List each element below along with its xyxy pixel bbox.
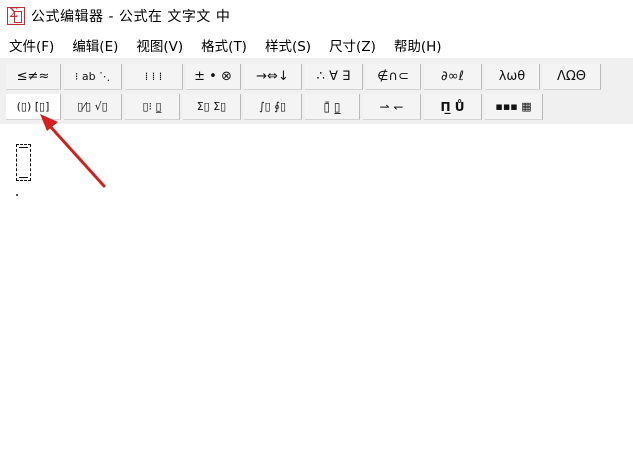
summation-templates-button[interactable]: Σ▯ Σ▯ bbox=[183, 94, 241, 120]
spaces-ellipses-palette-button[interactable]: ⁝ ab ⋱ bbox=[64, 64, 122, 90]
menu-help[interactable]: 帮助(H) bbox=[385, 35, 451, 55]
embellishments-palette-button[interactable]: ⁞ ⁞ ⁞ bbox=[125, 64, 183, 90]
matrix-template-icon: ▪▪▪ ▦ bbox=[495, 100, 532, 113]
product-union-template-icon: Π̲ Ů bbox=[440, 99, 465, 114]
lambda-omega-theta-icon: λωθ bbox=[498, 69, 526, 84]
insertion-caret bbox=[16, 194, 18, 196]
title-bar: Σ 公式编辑器 - 公式在 文字文 中 bbox=[0, 0, 633, 32]
lambda-omega-theta-upper-icon: ΛΩΘ bbox=[556, 69, 587, 84]
relations-palette-button[interactable]: ≤≠≈ bbox=[6, 64, 61, 90]
menu-file[interactable]: 文件(F) bbox=[0, 35, 63, 55]
products-set-templates-button[interactable]: Π̲ Ů bbox=[424, 94, 482, 120]
fence-templates-button[interactable]: (▯) [▯] bbox=[6, 94, 61, 120]
sub-superscript-template-icon: ▯⁝ ▯̲ bbox=[142, 100, 162, 113]
symbol-palette-row: ≤≠≈ ⁝ ab ⋱ ⁞ ⁞ ⁞ ± • ⊗ →⇔↓ ∴ ∀ ∃ ∉∩⊂ ∂∞ℓ… bbox=[0, 62, 633, 92]
partial-infinity-ell-icon: ∂∞ℓ bbox=[441, 69, 464, 84]
equation-editing-area[interactable] bbox=[0, 124, 633, 465]
labeled-arrow-template-icon: ⇀ ↽ bbox=[379, 99, 404, 114]
equation-editor-app-icon: Σ bbox=[7, 6, 25, 25]
menu-edit[interactable]: 编辑(E) bbox=[63, 35, 127, 55]
overbar-underbar-template-icon: ▯̄ ▯̲ bbox=[323, 99, 341, 114]
menu-format[interactable]: 格式(T) bbox=[192, 35, 256, 55]
menu-bar: 文件(F) 编辑(E) 视图(V) 格式(T) 样式(S) 尺寸(Z) 帮助(H… bbox=[0, 32, 633, 58]
summation-template-icon: Σ▯ Σ▯ bbox=[196, 100, 227, 113]
logical-palette-button[interactable]: ∴ ∀ ∃ bbox=[305, 64, 363, 90]
labeled-arrow-templates-button[interactable]: ⇀ ↽ bbox=[363, 94, 421, 120]
parentheses-brackets-template-icon: (▯) [▯] bbox=[16, 100, 50, 113]
symbol-template-toolbar: ≤≠≈ ⁝ ab ⋱ ⁞ ⁞ ⁞ ± • ⊗ →⇔↓ ∴ ∀ ∃ ∉∩⊂ ∂∞ℓ… bbox=[0, 58, 633, 182]
window-title: 公式编辑器 - 公式在 文字文 中 bbox=[31, 9, 231, 25]
template-palette-row: (▯) [▯] ▯⁄▯ √▯ ▯⁝ ▯̲ Σ▯ Σ▯ ∫▯ ∮▯ ▯̄ ▯̲ ⇀… bbox=[0, 92, 633, 122]
menu-style[interactable]: 样式(S) bbox=[256, 35, 320, 55]
script-templates-button[interactable]: ▯⁝ ▯̲ bbox=[125, 94, 180, 120]
underbar-overbar-templates-button[interactable]: ▯̄ ▯̲ bbox=[305, 94, 360, 120]
greek-lowercase-palette-button[interactable]: λωθ bbox=[485, 64, 540, 90]
therefore-forall-exists-icon: ∴ ∀ ∃ bbox=[316, 69, 351, 84]
empty-template-slot[interactable] bbox=[16, 144, 31, 181]
operators-palette-button[interactable]: ± • ⊗ bbox=[186, 64, 241, 90]
fraction-sqrt-template-icon: ▯⁄▯ √▯ bbox=[77, 100, 108, 113]
less-equal-not-equal-approx-icon: ≤≠≈ bbox=[16, 69, 50, 84]
matrix-templates-button[interactable]: ▪▪▪ ▦ bbox=[485, 94, 543, 120]
greek-uppercase-palette-button[interactable]: ΛΩΘ bbox=[543, 64, 601, 90]
spacing-ellipsis-icon: ⁝ ab ⋱ bbox=[74, 70, 111, 83]
plus-minus-bullet-otimes-icon: ± • ⊗ bbox=[194, 69, 232, 84]
fraction-radical-templates-button[interactable]: ▯⁄▯ √▯ bbox=[64, 94, 122, 120]
integral-template-icon: ∫▯ ∮▯ bbox=[258, 100, 287, 113]
set-theory-palette-button[interactable]: ∉∩⊂ bbox=[366, 64, 421, 90]
not-in-intersection-subset-icon: ∉∩⊂ bbox=[377, 69, 409, 84]
menu-size[interactable]: 尺寸(Z) bbox=[320, 35, 385, 55]
embellishment-icon: ⁞ ⁞ ⁞ bbox=[144, 70, 163, 83]
integral-templates-button[interactable]: ∫▯ ∮▯ bbox=[244, 94, 302, 120]
arrows-palette-button[interactable]: →⇔↓ bbox=[244, 64, 302, 90]
misc-symbols-palette-button[interactable]: ∂∞ℓ bbox=[424, 64, 482, 90]
arrow-icon: →⇔↓ bbox=[256, 69, 289, 84]
menu-view[interactable]: 视图(V) bbox=[127, 35, 192, 55]
